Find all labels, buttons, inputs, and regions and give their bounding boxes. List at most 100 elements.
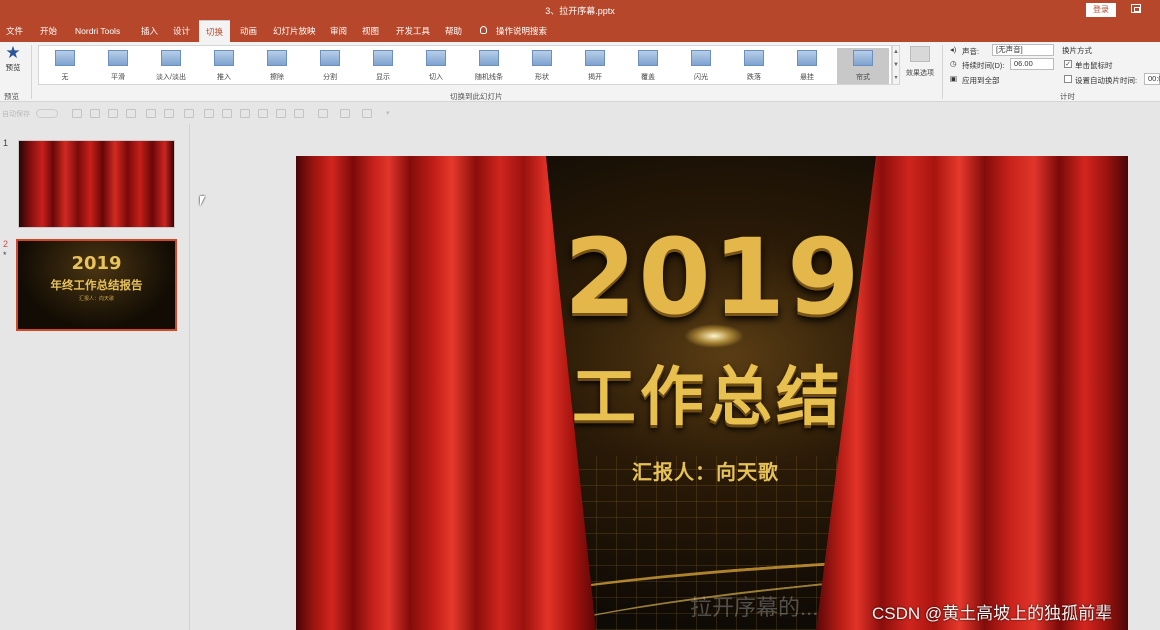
slide-number: 1 [3,138,9,148]
preview-button[interactable]: ★ 预览 [0,44,26,80]
ribbon: ★ 预览 预览 无 平滑 淡入/淡出 推入 擦除 分割 显示 切入 随机线条 形… [0,42,1160,102]
effect-options-button[interactable]: 效果选项 [902,44,938,84]
align-icon[interactable] [164,109,174,118]
curtain-left [296,156,596,630]
effect-options-icon [910,46,930,62]
duration-input[interactable]: 06.00 [1010,58,1054,70]
pen-icon[interactable] [90,109,100,118]
tab-file[interactable]: 文件 [6,20,23,42]
slide-reporter-text[interactable]: 汇报人：向天歌 [632,456,779,485]
divider [31,45,32,99]
transition-none[interactable]: 无 [39,48,91,84]
on-click-checkbox[interactable]: ✓ [1064,60,1072,68]
pen-icon[interactable] [72,109,82,118]
align-icon[interactable] [258,109,268,118]
transition-cover[interactable]: 覆盖 [622,48,674,84]
tab-transitions[interactable]: 切换 [199,20,231,42]
transition-uncover[interactable]: 揭开 [569,48,621,84]
transition-drape[interactable]: 悬挂 [781,48,833,84]
slide-canvas[interactable]: 2019 工作总结 汇报人：向天歌 [296,156,1128,630]
pen-icon[interactable] [126,109,136,118]
after-label: 设置自动换片时间: [1075,76,1138,85]
transition-cut[interactable]: 切入 [410,48,462,84]
tab-slideshow[interactable]: 幻灯片放映 [273,20,316,42]
transition-reveal[interactable]: 显示 [357,48,409,84]
timing-group-label: 计时 [1060,92,1075,101]
tell-me-search[interactable]: 操作说明搜索 [496,20,547,42]
pen-icon[interactable] [108,109,118,118]
ribbon-display-options-icon[interactable] [1131,4,1141,13]
on-click-label: 单击鼠标时 [1075,61,1113,70]
align-icon[interactable] [222,109,232,118]
transition-curtains[interactable]: 帘式 [837,48,889,84]
sound-icon: ◂) [950,45,957,54]
sound-select[interactable]: [无声音] [992,44,1054,56]
tab-design[interactable]: 设计 [173,20,190,42]
after-time-input[interactable]: 00:0 [1144,73,1160,85]
transition-thumb-icon [55,50,75,66]
transition-flash[interactable]: 闪光 [675,48,727,84]
preview-group-label: 预览 [4,92,19,101]
curtain-right [816,156,1128,630]
transition-thumb-icon [320,50,340,66]
transition-random-bars[interactable]: 随机线条 [463,48,515,84]
slide-heading-text[interactable]: 工作总结 [572,346,844,438]
star-icon: ★ [5,43,21,62]
login-button[interactable]: 登录 [1086,3,1116,17]
transition-split[interactable]: 分割 [304,48,356,84]
transition-thumb-icon [744,50,764,66]
transition-thumb-icon [108,50,128,66]
autosave-toggle[interactable] [36,109,58,118]
transition-thumb-icon [797,50,817,66]
transition-thumb-icon [161,50,181,66]
fill-icon[interactable] [318,109,328,118]
slides-pane: 1 2 * 2019 年终工作总结报告 汇报人：向天歌 [0,124,190,630]
tab-review[interactable]: 审阅 [330,20,347,42]
watermark: CSDN @黄土高坡上的独孤前辈 [872,604,1113,623]
slide-thumbnail-1[interactable] [18,140,175,228]
tab-view[interactable]: 视图 [362,20,379,42]
preview-label: 预览 [5,63,21,72]
align-icon[interactable] [204,109,214,118]
transition-thumb-icon [426,50,446,66]
tab-developer[interactable]: 开发工具 [396,20,430,42]
ghost-caption: 拉开序幕的... [690,595,819,620]
ribbon-tabs: 文件 开始 Nordri Tools 插入 设计 切换 动画 幻灯片放映 审阅 … [0,20,1160,42]
transition-fall-over[interactable]: 跌落 [728,48,780,84]
transition-thumb-icon [585,50,605,66]
transition-push[interactable]: 推入 [198,48,250,84]
light-flare [684,324,744,348]
tab-insert[interactable]: 插入 [141,20,158,42]
effects-icon[interactable] [362,109,372,118]
slide-year-text[interactable]: 2019 [564,216,861,338]
tab-home[interactable]: 开始 [40,20,57,42]
quick-access-toolbar: 自动保存 ▾ [0,105,1160,123]
mouse-cursor-icon [200,196,205,206]
transition-thumb-icon [638,50,658,66]
distribute-icon[interactable] [276,109,286,118]
gallery-scroll[interactable]: ▲ ▼ ▾ [892,45,900,85]
tab-nordri-tools[interactable]: Nordri Tools [75,20,120,42]
slide-thumbnail-2[interactable]: 2019 年终工作总结报告 汇报人：向天歌 [16,239,177,331]
duration-label: 持续时间(D): [962,61,1005,70]
apply-to-all-button[interactable]: 应用到全部 [962,75,1000,86]
tab-animations[interactable]: 动画 [240,20,257,42]
thumb-title: 年终工作总结报告 [50,280,143,292]
align-icon[interactable] [240,109,250,118]
advance-slide-label: 换片方式 [1062,46,1092,55]
transition-shape[interactable]: 形状 [516,48,568,84]
align-icon[interactable] [146,109,156,118]
transition-wipe[interactable]: 擦除 [251,48,303,84]
transition-morph[interactable]: 平滑 [92,48,144,84]
transition-thumb-icon [479,50,499,66]
title-bar: 3、拉开序幕.pptx 登录 [0,0,1160,20]
transition-thumb-icon [532,50,552,66]
tab-help[interactable]: 帮助 [445,20,462,42]
after-checkbox[interactable] [1064,75,1072,83]
outline-icon[interactable] [340,109,350,118]
apply-all-icon: ▣ [950,74,958,83]
align-icon[interactable] [184,109,194,118]
customize-toolbar-icon[interactable]: ▾ [386,109,396,118]
transition-fade[interactable]: 淡入/淡出 [145,48,197,84]
shape-icon[interactable] [294,109,304,118]
